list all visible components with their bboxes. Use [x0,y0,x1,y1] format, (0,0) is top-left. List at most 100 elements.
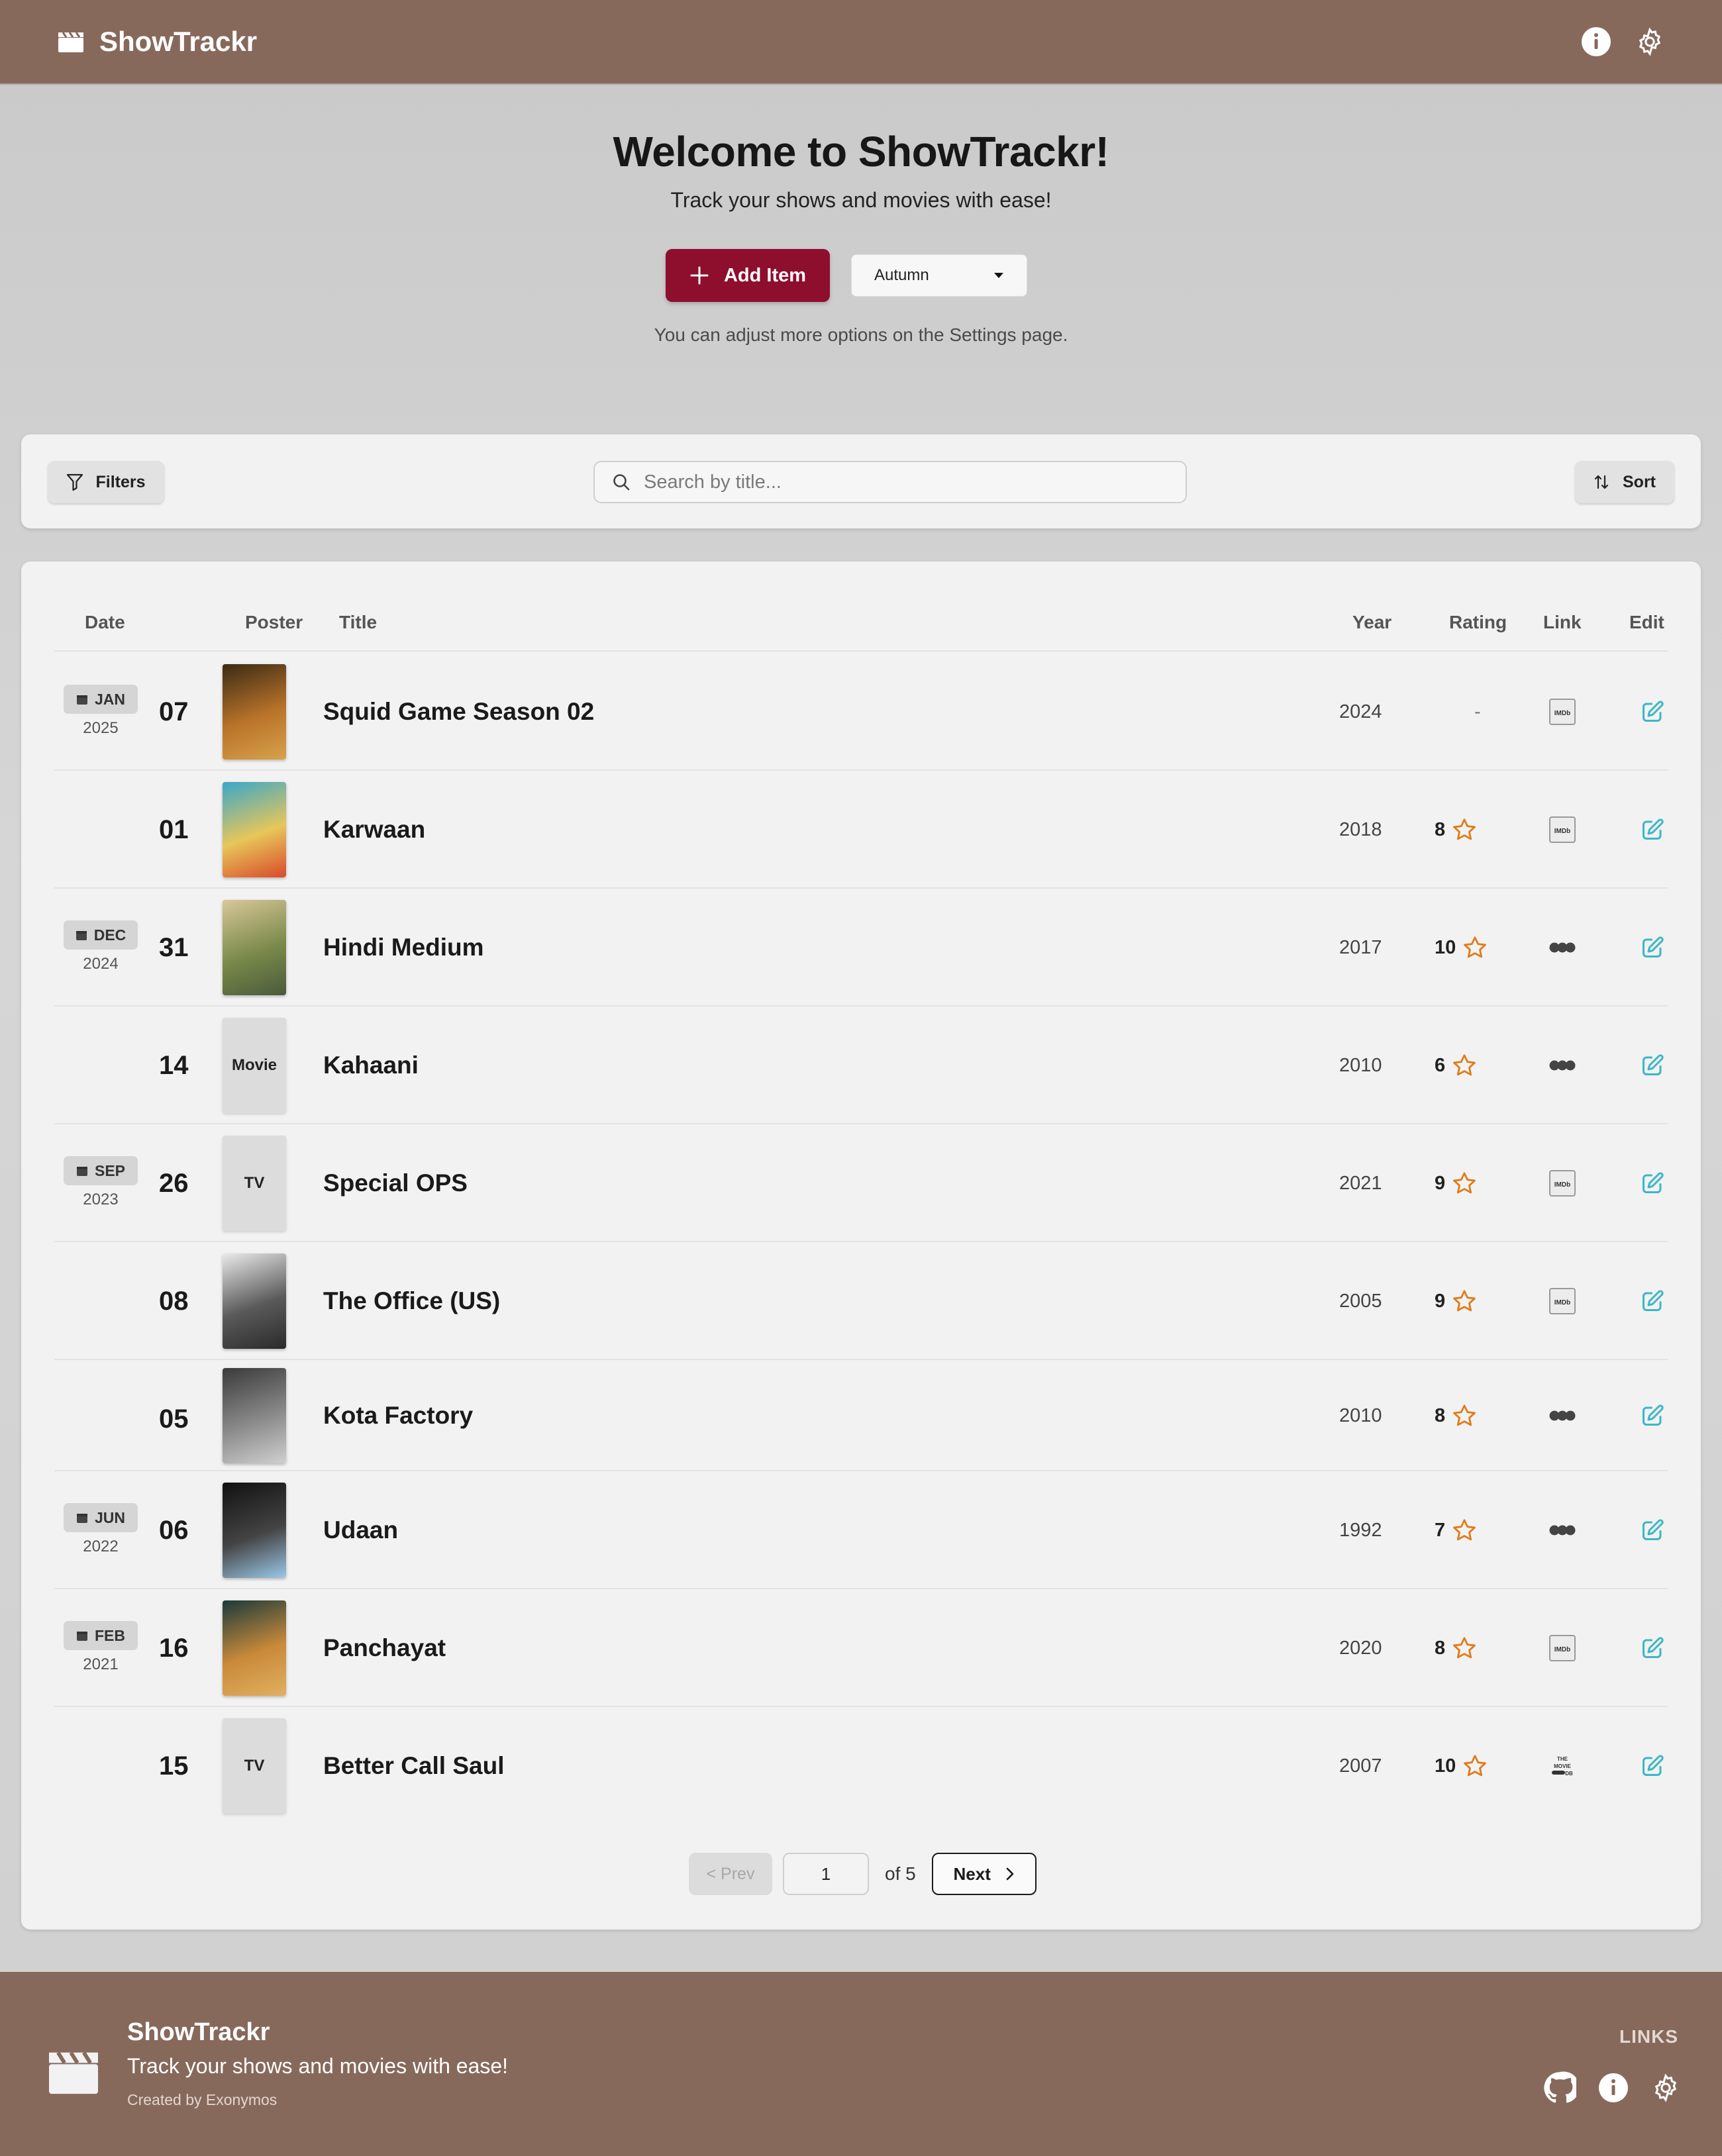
star-icon [1452,818,1477,842]
day-number: 06 [159,1515,189,1545]
day-number: 16 [159,1633,189,1663]
item-title[interactable]: Special OPS [323,1124,468,1242]
github-icon[interactable] [1543,2071,1576,2104]
rating-value: 6 [1435,1054,1446,1076]
poster-image[interactable] [223,1600,286,1696]
edit-icon[interactable] [1639,1402,1666,1430]
table-header: Date Poster Title Year Rating Link Edit [54,612,1668,652]
edit-icon[interactable] [1639,1752,1666,1780]
item-title[interactable]: Udaan [323,1471,398,1589]
item-title[interactable]: Squid Game Season 02 [323,653,594,771]
chevron-right-icon [1005,1867,1015,1881]
table-row: 01 Karwaan 2018 8 IMDb [54,771,1668,889]
poster-image[interactable] [223,1368,286,1463]
search-input[interactable] [644,471,1168,493]
footer: ShowTrackr Track your shows and movies w… [0,1972,1722,2156]
poster-placeholder[interactable]: TV [223,1136,286,1231]
rating-value: 10 [1435,1755,1456,1777]
page-number-input[interactable]: 1 [783,1853,869,1895]
item-title[interactable]: Hindi Medium [323,889,484,1006]
sort-button[interactable]: Sort [1575,461,1674,503]
add-item-button[interactable]: Add Item [666,249,830,302]
item-title[interactable]: The Office (US) [323,1242,500,1360]
item-title[interactable]: Better Call Saul [323,1707,504,1825]
item-title[interactable]: Panchayat [323,1589,446,1707]
edit-icon[interactable] [1639,816,1666,844]
imdb-link-icon[interactable]: IMDb [1548,816,1576,844]
footer-links-label: LINKS [1619,2026,1678,2047]
item-year: 2010 [1339,1404,1382,1426]
clapperboard-icon [46,2047,101,2096]
gear-icon[interactable] [1650,2073,1681,2103]
calendar-icon [76,693,88,705]
column-header-edit: Edit [1629,612,1664,632]
edit-icon[interactable] [1639,1634,1666,1662]
imdb-link-icon[interactable]: IMDb [1548,1169,1576,1197]
star-icon [1452,1289,1477,1313]
poster-image[interactable] [223,782,286,877]
top-navbar: ShowTrackr [0,0,1722,85]
table-row: JUN 2022 06 Udaan 1992 7 [54,1471,1668,1589]
star-icon [1452,1171,1477,1195]
item-title[interactable]: Karwaan [323,771,425,889]
month-badge: JAN [64,685,138,714]
sort-arrows-icon [1594,473,1609,491]
poster-image[interactable] [223,900,286,995]
brand[interactable]: ShowTrackr [57,26,257,58]
next-page-button[interactable]: Next [931,1853,1037,1895]
sort-label: Sort [1623,472,1656,491]
rating-value: 8 [1435,818,1446,840]
theme-select[interactable]: Autumn [851,254,1027,297]
edit-icon[interactable] [1639,1516,1666,1544]
item-rating: 7 [1435,1471,1477,1589]
letterboxd-link-icon[interactable] [1548,1052,1576,1079]
prev-page-button[interactable]: < Prev [689,1853,772,1895]
imdb-link-icon[interactable]: IMDb [1548,1287,1576,1315]
imdb-link-icon[interactable]: IMDb [1548,1634,1576,1662]
item-rating: 10 [1435,889,1488,1006]
month-label: JAN [94,690,125,708]
poster-image[interactable] [223,1253,286,1349]
poster-image[interactable] [223,1483,286,1578]
poster-placeholder[interactable]: Movie [223,1018,286,1113]
day-number: 07 [159,697,189,726]
imdb-link-icon[interactable]: IMDb [1548,698,1576,726]
day-number: 08 [159,1286,189,1316]
info-icon[interactable] [1580,26,1612,58]
letterboxd-link-icon[interactable] [1548,1516,1576,1544]
clapperboard-icon [57,30,85,54]
svg-text:IMDb: IMDb [1554,1181,1570,1189]
svg-text:IMDb: IMDb [1554,1299,1570,1306]
month-badge: FEB [64,1621,138,1650]
edit-icon[interactable] [1639,934,1666,961]
item-year: 2024 [1339,701,1382,722]
letterboxd-link-icon[interactable] [1548,934,1576,961]
item-title[interactable]: Kota Factory [323,1360,473,1471]
gear-icon[interactable] [1635,26,1665,57]
calendar-icon [76,929,87,941]
funnel-icon [66,473,83,491]
letterboxd-link-icon[interactable] [1548,1402,1576,1430]
edit-icon[interactable] [1639,1052,1666,1079]
calendar-icon [76,1165,88,1177]
edit-icon[interactable] [1639,698,1666,726]
filters-button[interactable]: Filters [48,461,164,503]
search-box[interactable] [593,461,1187,503]
pagination: < Prev 1 of 5 Next [689,1853,1037,1895]
items-table: Date Poster Title Year Rating Link Edit … [21,562,1701,1930]
svg-text:MOVIE: MOVIE [1554,1763,1571,1769]
year-group-label: 2023 [83,1191,119,1208]
poster-image[interactable] [223,664,286,760]
column-header-link: Link [1543,612,1582,632]
star-icon [1452,1636,1477,1660]
info-icon[interactable] [1597,2072,1629,2104]
edit-icon[interactable] [1639,1169,1666,1197]
item-year: 2021 [1339,1172,1382,1194]
item-title[interactable]: Kahaani [323,1006,419,1124]
year-group-label: 2022 [83,1538,119,1555]
edit-icon[interactable] [1639,1287,1666,1315]
poster-placeholder[interactable]: TV [223,1718,286,1814]
svg-text:IMDb: IMDb [1554,1646,1570,1653]
tmdb-link-icon[interactable]: THE MOVIE DB [1548,1752,1576,1780]
item-rating: 8 [1435,1360,1477,1471]
